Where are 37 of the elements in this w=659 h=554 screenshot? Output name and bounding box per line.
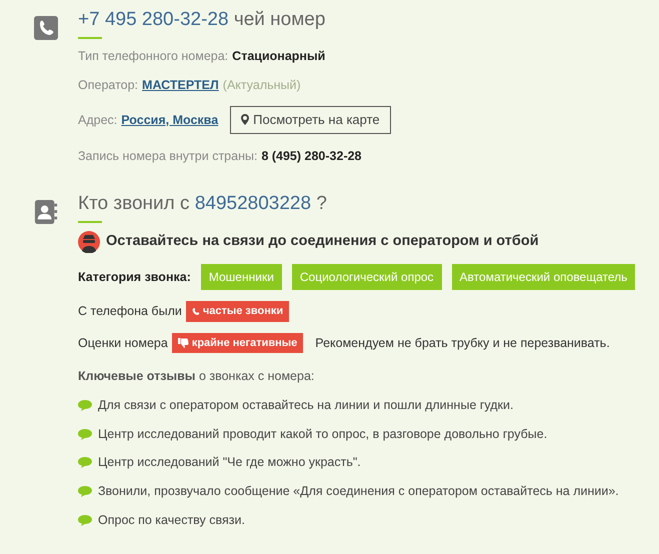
map-pin-icon bbox=[241, 114, 250, 126]
rating-label: Оценки номера bbox=[78, 334, 168, 352]
frequency-label: С телефона были bbox=[78, 303, 182, 320]
category-label: Категория звонка: bbox=[78, 268, 191, 286]
operator-link[interactable]: МАСТЕРТЕЛ bbox=[142, 76, 219, 96]
map-button[interactable]: Посмотреть на карте bbox=[230, 106, 391, 134]
category-tag: Мошенники bbox=[200, 264, 282, 290]
address-link[interactable]: Россия, Москва bbox=[121, 110, 218, 130]
spy-avatar-icon bbox=[78, 231, 100, 254]
page-title: +7 495 280-32-28 чей номер bbox=[78, 8, 326, 32]
verdict-text: Оставайтесь на связи до соединения с оператором и отбой bbox=[106, 232, 539, 252]
category-tag: Социологический опрос bbox=[292, 264, 442, 290]
rating-badge: крайне негативные bbox=[172, 332, 304, 354]
review-text: Для связи с оператором оставайтесь на линии и пошли длинные гудки. bbox=[98, 396, 514, 414]
speech-bubble-icon bbox=[78, 514, 92, 526]
contact-book-icon bbox=[34, 200, 58, 224]
speech-bubble-icon bbox=[78, 457, 92, 468]
review-text: Звонили, прозвучало сообщение «Для соединения с оператором оставайтесь на линии». bbox=[98, 483, 619, 500]
phone-icon bbox=[34, 16, 58, 40]
speech-bubble-icon bbox=[78, 486, 92, 497]
field-label: Оператор: bbox=[78, 77, 138, 94]
status-note: (Актуальный) bbox=[222, 77, 301, 94]
rating-advice: Рекомендуем не брать трубку и не перезванивать. bbox=[315, 334, 610, 352]
review-text: Опрос по качеству связи. bbox=[98, 512, 245, 529]
field-value: 8 (495) 280-32-28 bbox=[261, 148, 362, 165]
field-label: Запись номера внутри страны: bbox=[78, 148, 258, 165]
field-label: Адрес: bbox=[78, 112, 118, 129]
field-label: Тип телефонного номера: bbox=[78, 48, 228, 65]
frequency-badge: частые звонки bbox=[186, 301, 290, 322]
speech-bubble-icon bbox=[78, 428, 92, 440]
reviews-heading: Ключевые отзывы о звонках с номера: bbox=[78, 368, 316, 386]
speech-bubble-icon bbox=[78, 400, 92, 411]
review-text: Центр исследований проводит какой то опрос, в разговоре довольно грубые. bbox=[98, 426, 548, 443]
section-title: Кто звонил с 84952803228 ? bbox=[78, 192, 328, 216]
category-tag: Автоматический оповещатель bbox=[452, 264, 636, 290]
field-value: Стационарный bbox=[232, 48, 326, 65]
review-text: Центр исследований "Че где можно украсть". bbox=[98, 454, 361, 472]
